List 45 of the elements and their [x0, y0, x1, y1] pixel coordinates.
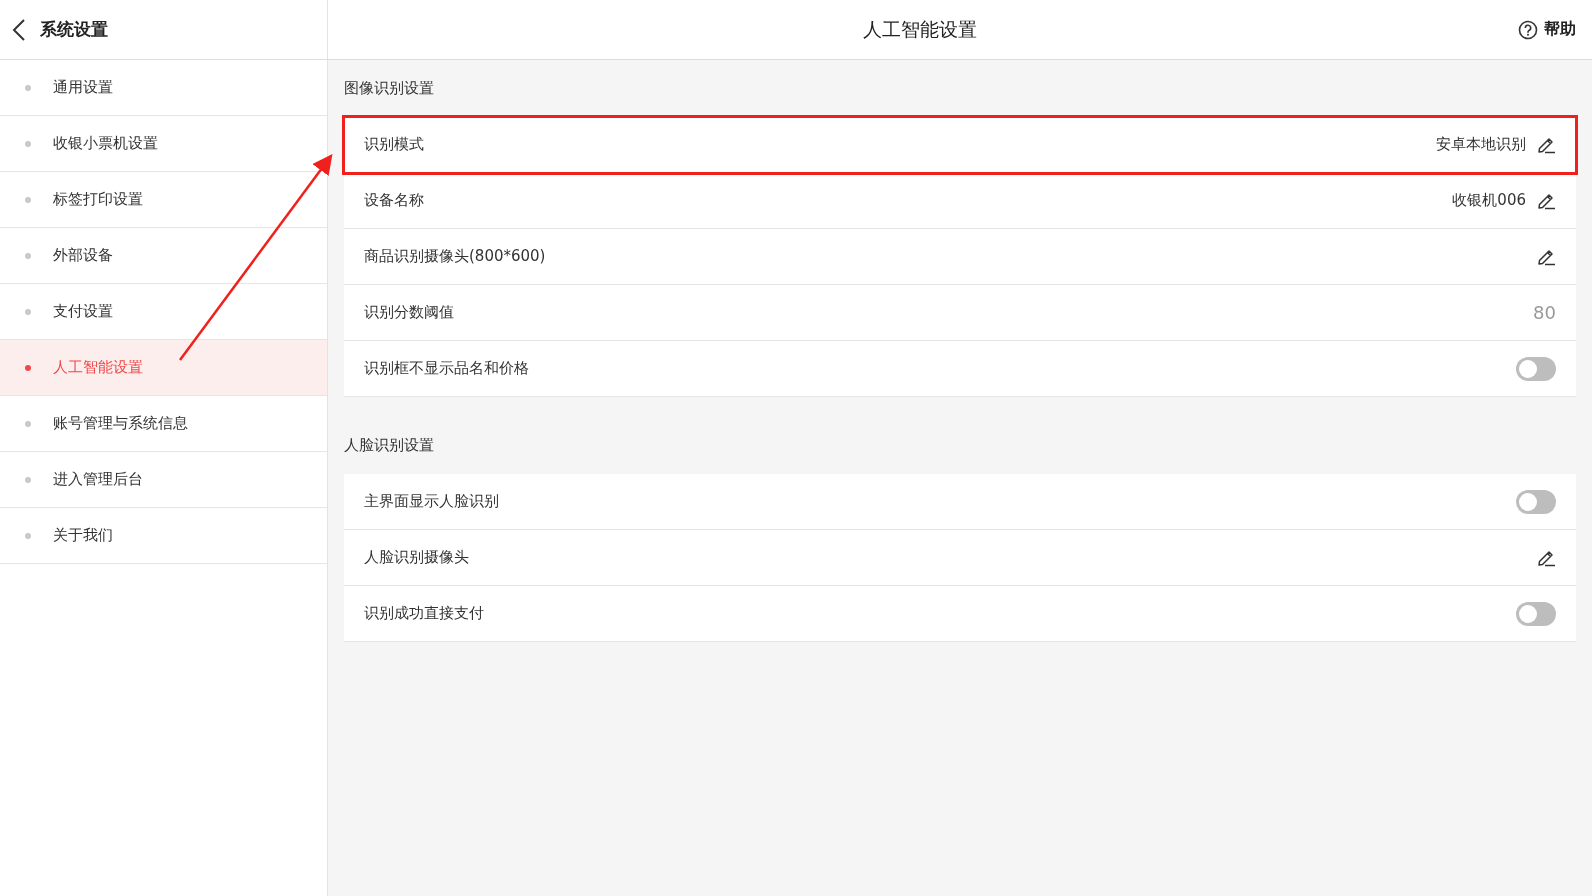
- setting-label: 主界面显示人脸识别: [364, 492, 500, 511]
- sidebar-item[interactable]: 进入管理后台: [0, 452, 327, 508]
- back-button[interactable]: [12, 18, 26, 41]
- setting-label: 人脸识别摄像头: [364, 548, 470, 567]
- bullet-icon: [25, 532, 31, 539]
- sidebar-item[interactable]: 关于我们: [0, 508, 327, 564]
- toggle-switch[interactable]: [1516, 601, 1556, 626]
- bullet-icon: [25, 84, 31, 91]
- bullet-icon: [25, 420, 31, 427]
- toggle-switch[interactable]: [1516, 356, 1556, 381]
- setting-row[interactable]: 设备名称 收银机006: [344, 173, 1576, 229]
- toggle-switch[interactable]: [1516, 489, 1556, 514]
- setting-value: 安卓本地识别: [1436, 135, 1526, 154]
- setting-row[interactable]: 主界面显示人脸识别: [344, 474, 1576, 530]
- setting-label: 设备名称: [364, 191, 425, 210]
- sidebar-item[interactable]: 通用设置: [0, 60, 327, 116]
- sidebar-item[interactable]: 收银小票机设置: [0, 116, 327, 172]
- bullet-icon: [25, 252, 31, 259]
- setting-label: 识别成功直接支付: [364, 604, 485, 623]
- bullet-icon: [25, 308, 31, 315]
- sidebar-item[interactable]: 标签打印设置: [0, 172, 327, 228]
- section-title: 图像识别设置: [344, 79, 434, 98]
- setting-label: 识别框不显示品名和价格: [364, 359, 530, 378]
- setting-label: 商品识别摄像头(800*600): [364, 247, 547, 266]
- sidebar-item[interactable]: 账号管理与系统信息: [0, 396, 327, 452]
- page-title: 人工智能设置: [863, 16, 977, 42]
- bullet-icon: [25, 476, 31, 483]
- bullet-icon: [25, 364, 31, 371]
- highlighted-setting-row[interactable]: 识别模式 安卓本地识别: [344, 117, 1576, 173]
- setting-row[interactable]: 商品识别摄像头(800*600): [344, 229, 1576, 285]
- back-title: 系统设置: [40, 18, 108, 41]
- setting-row[interactable]: 识别框不显示品名和价格: [344, 341, 1576, 397]
- setting-value: 80: [1533, 302, 1556, 323]
- setting-label: 识别分数阈值: [364, 303, 455, 322]
- help-button[interactable]: 帮助: [1512, 0, 1592, 59]
- setting-row[interactable]: 识别成功直接支付: [344, 586, 1576, 642]
- setting-row[interactable]: 人脸识别摄像头: [344, 530, 1576, 586]
- setting-value: 收银机006: [1452, 191, 1526, 210]
- sidebar-item[interactable]: 外部设备: [0, 228, 327, 284]
- section-title: 人脸识别设置: [344, 436, 434, 455]
- bullet-icon: [25, 196, 31, 203]
- help-icon: [1518, 19, 1538, 40]
- setting-row[interactable]: 识别分数阈值 80: [344, 285, 1576, 341]
- bullet-icon: [25, 140, 31, 147]
- setting-label: 识别模式: [364, 135, 425, 154]
